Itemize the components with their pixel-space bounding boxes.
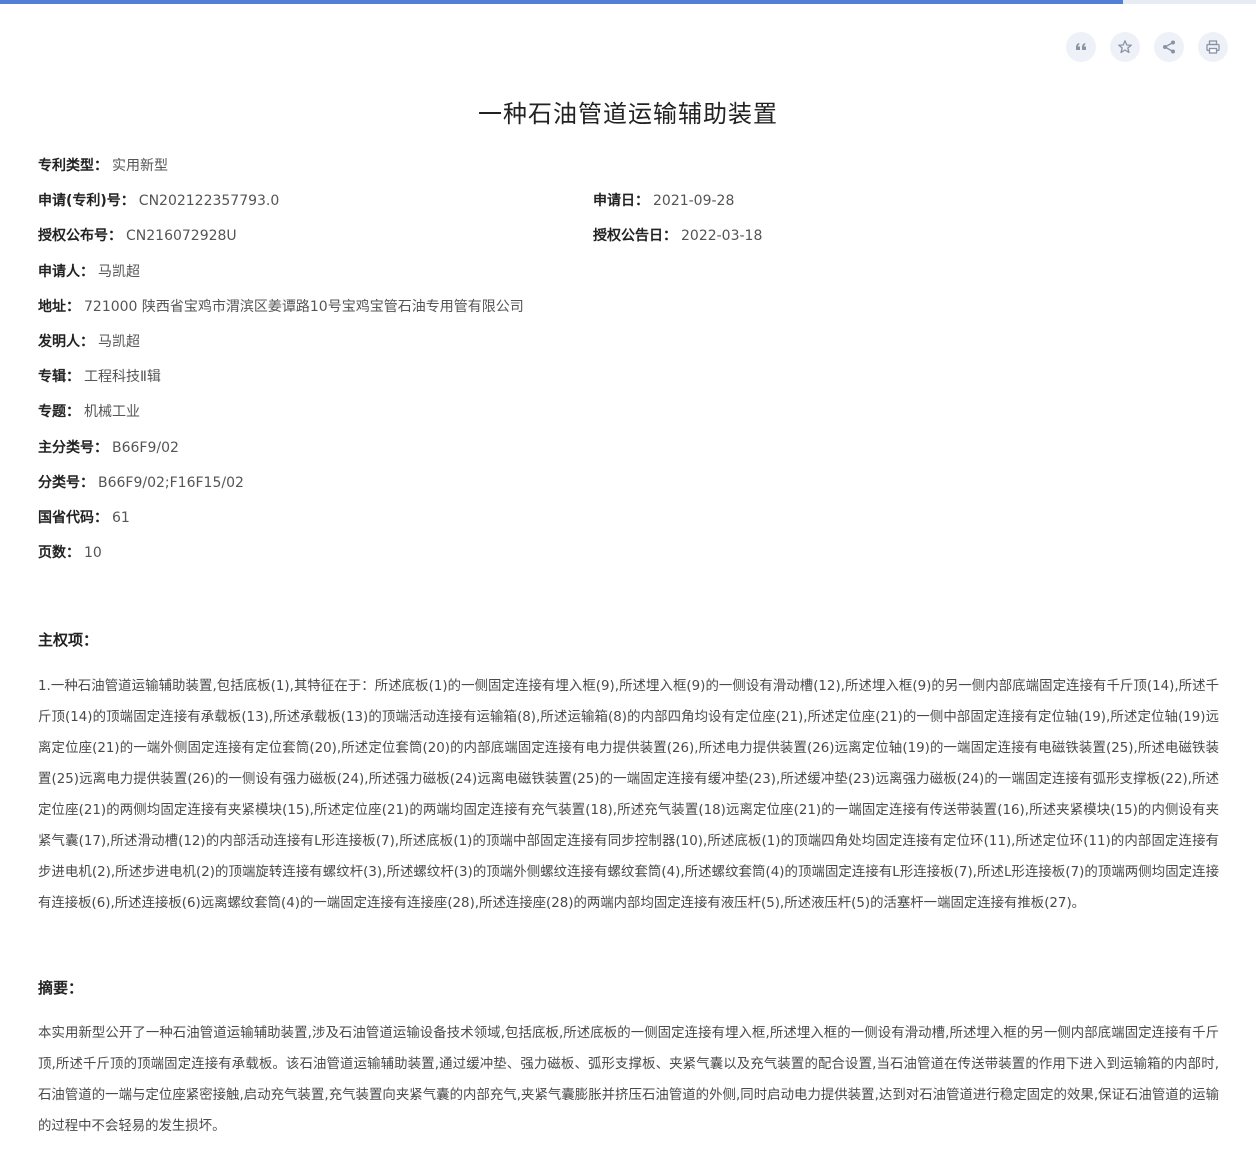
main-class-label: 主分类号： [38, 439, 108, 456]
main-class-field: 主分类号： B66F9/02 [38, 432, 179, 464]
favorite-button[interactable] [1110, 32, 1140, 62]
page-title: 一种石油管道运输辅助装置 [478, 100, 778, 128]
main-class-value: B66F9/02 [112, 439, 179, 456]
quote-icon [1076, 43, 1086, 50]
patent-type-field: 专利类型： 实用新型 [38, 150, 168, 182]
meta-row-publication: 授权公布号： CN216072928U 授权公告日： 2022-03-18 [38, 220, 1218, 255]
meta-row-topic: 专题： 机械工业 [38, 396, 1218, 431]
meta-row-series: 专辑： 工程科技Ⅱ辑 [38, 361, 1218, 396]
meta-row-patent-type: 专利类型： 实用新型 [38, 150, 1218, 185]
publication-date-label: 授权公告日： [593, 228, 677, 245]
province-code-label: 国省代码： [38, 509, 108, 526]
series-label: 专辑： [38, 369, 80, 386]
reading-progress-track [0, 0, 1256, 4]
publication-no-field: 授权公布号： CN216072928U [38, 220, 237, 252]
address-value: 721000 陕西省宝鸡市渭滨区姜谭路10号宝鸡宝管石油专用管有限公司 [84, 298, 524, 315]
application-no-value: CN202122357793.0 [138, 193, 280, 210]
application-date-label: 申请日： [593, 193, 649, 210]
inventor-field: 发明人： 马凯超 [38, 326, 140, 358]
claims-heading: 主权项： [38, 631, 99, 649]
series-value: 工程科技Ⅱ辑 [84, 369, 161, 386]
topic-field: 专题： 机械工业 [38, 396, 140, 428]
province-code-field: 国省代码： 61 [38, 502, 130, 534]
application-no-label: 申请(专利)号： [38, 193, 135, 210]
meta-row-pages: 页数： 10 [38, 537, 1218, 572]
share-button[interactable] [1154, 32, 1184, 62]
meta-row-province-code: 国省代码： 61 [38, 502, 1218, 537]
share-icon [1163, 40, 1175, 54]
classes-label: 分类号： [38, 474, 94, 491]
meta-row-inventor: 发明人： 马凯超 [38, 326, 1218, 361]
series-field: 专辑： 工程科技Ⅱ辑 [38, 361, 161, 393]
application-no-field: 申请(专利)号： CN202122357793.0 [38, 185, 279, 217]
publication-no-label: 授权公布号： [38, 228, 122, 245]
classes-value: B66F9/02;F16F15/02 [98, 474, 244, 491]
star-icon [1118, 40, 1132, 54]
meta-row-application: 申请(专利)号： CN202122357793.0 申请日： 2021-09-28 [38, 185, 1218, 220]
publication-no-value: CN216072928U [126, 228, 237, 245]
address-label: 地址： [38, 298, 80, 315]
reading-progress-fill [0, 0, 1123, 4]
patent-meta: 专利类型： 实用新型 申请(专利)号： CN202122357793.0 申请日： 2… [38, 150, 1218, 572]
print-button[interactable] [1198, 32, 1228, 62]
inventor-label: 发明人： [38, 333, 94, 350]
article-toolbar [1066, 32, 1228, 62]
publication-date-field: 授权公告日： 2022-03-18 [593, 220, 762, 252]
pages-value: 10 [84, 545, 102, 562]
applicant-value: 马凯超 [98, 263, 140, 280]
patent-type-value: 实用新型 [112, 158, 168, 174]
pages-label: 页数： [38, 545, 80, 562]
meta-row-main-class: 主分类号： B66F9/02 [38, 432, 1218, 467]
pages-field: 页数： 10 [38, 537, 102, 569]
application-date-field: 申请日： 2021-09-28 [593, 185, 734, 217]
meta-row-applicant: 申请人： 马凯超 [38, 256, 1218, 291]
abstract-heading: 摘要： [38, 979, 84, 997]
publication-date-value: 2022-03-18 [681, 228, 763, 245]
claims-text: 1.一种石油管道运输辅助装置,包括底板(1),其特征在于：所述底板(1)的一侧固… [38, 679, 1219, 911]
applicant-label: 申请人： [38, 263, 94, 280]
inventor-value: 马凯超 [98, 333, 140, 350]
address-field: 地址： 721000 陕西省宝鸡市渭滨区姜谭路10号宝鸡宝管石油专用管有限公司 [38, 291, 524, 323]
print-icon [1206, 40, 1220, 54]
applicant-field: 申请人： 马凯超 [38, 256, 140, 288]
meta-row-classes: 分类号： B66F9/02;F16F15/02 [38, 467, 1218, 502]
quote-button[interactable] [1066, 32, 1096, 62]
abstract-text: 本实用新型公开了一种石油管道运输辅助装置,涉及石油管道运输设备技术领域,包括底板… [38, 1026, 1219, 1134]
topic-label: 专题： [38, 404, 80, 421]
province-code-value: 61 [112, 509, 130, 526]
meta-row-address: 地址： 721000 陕西省宝鸡市渭滨区姜谭路10号宝鸡宝管石油专用管有限公司 [38, 291, 1218, 326]
application-date-value: 2021-09-28 [653, 193, 735, 210]
classes-field: 分类号： B66F9/02;F16F15/02 [38, 467, 244, 499]
patent-type-label: 专利类型： [38, 158, 108, 174]
topic-value: 机械工业 [84, 404, 140, 421]
